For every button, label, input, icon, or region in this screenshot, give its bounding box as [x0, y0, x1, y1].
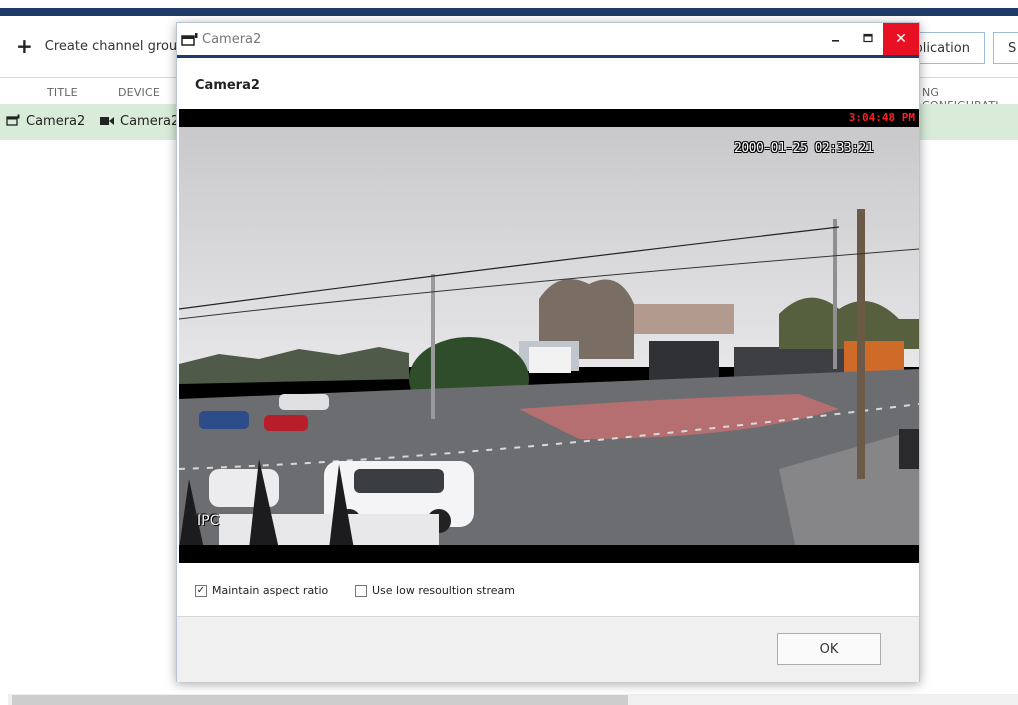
checkmark-icon: ✓: [196, 584, 206, 596]
close-button[interactable]: ✕: [883, 23, 919, 55]
ok-button-label: OK: [819, 641, 839, 657]
row-device-cell: Camera2: [100, 114, 179, 129]
ok-button[interactable]: OK: [777, 633, 881, 665]
app-window: + Create channel grou plication S TITLE …: [0, 0, 1018, 705]
channel-icon: [6, 114, 20, 129]
video-time-overlay: 3:04:48 PM: [848, 111, 915, 124]
channel-icon: [181, 32, 199, 46]
dialog-window-title: Camera2: [202, 31, 262, 47]
low-resolution-option[interactable]: Use low resoultion stream: [355, 584, 515, 597]
camera-frame: [179, 109, 919, 563]
second-toolbar-button-label: S: [1008, 40, 1017, 56]
dialog-title-bar[interactable]: Camera2: [177, 23, 919, 55]
row-title: Camera2: [26, 114, 86, 129]
title-accent-bar: [177, 55, 919, 58]
maintain-aspect-ratio-option[interactable]: ✓ Maintain aspect ratio: [195, 584, 328, 597]
video-preview[interactable]: 3:04:48 PM 2000-01-25 02:33:21 IPC: [179, 109, 919, 563]
dialog-heading: Camera2: [195, 78, 260, 93]
horizontal-scrollbar-thumb[interactable]: [12, 695, 628, 705]
maximize-button[interactable]: [851, 23, 885, 55]
camera-icon: [100, 115, 114, 129]
row-device: Camera2: [120, 114, 180, 129]
camera-preview-dialog: Camera2 ✕ Camera2 3:04:48 PM 2000-01-25 …: [176, 22, 920, 682]
low-resolution-checkbox[interactable]: [355, 584, 367, 597]
low-resolution-label: Use low resoultion stream: [372, 584, 515, 597]
minimize-button[interactable]: [819, 23, 853, 55]
plus-icon: +: [16, 34, 33, 58]
column-header-title[interactable]: TITLE: [47, 86, 78, 99]
close-icon: ✕: [895, 31, 907, 47]
create-channel-group-button[interactable]: + Create channel grou: [16, 29, 177, 63]
maximize-icon: [863, 32, 873, 47]
app-top-bar: [0, 8, 1018, 16]
second-toolbar-button[interactable]: S: [993, 32, 1018, 64]
video-ipc-label: IPC: [197, 513, 220, 529]
dialog-footer: OK: [177, 616, 919, 682]
minimize-icon: [831, 32, 841, 47]
maintain-aspect-ratio-label: Maintain aspect ratio: [212, 584, 329, 597]
maintain-aspect-ratio-checkbox[interactable]: ✓: [195, 584, 207, 597]
create-channel-group-label: Create channel grou: [44, 38, 178, 54]
column-header-device[interactable]: DEVICE: [118, 86, 160, 99]
row-title-cell: Camera2: [6, 114, 85, 129]
application-button-label: plication: [914, 40, 971, 56]
video-date-overlay: 2000-01-25 02:33:21: [734, 141, 874, 156]
